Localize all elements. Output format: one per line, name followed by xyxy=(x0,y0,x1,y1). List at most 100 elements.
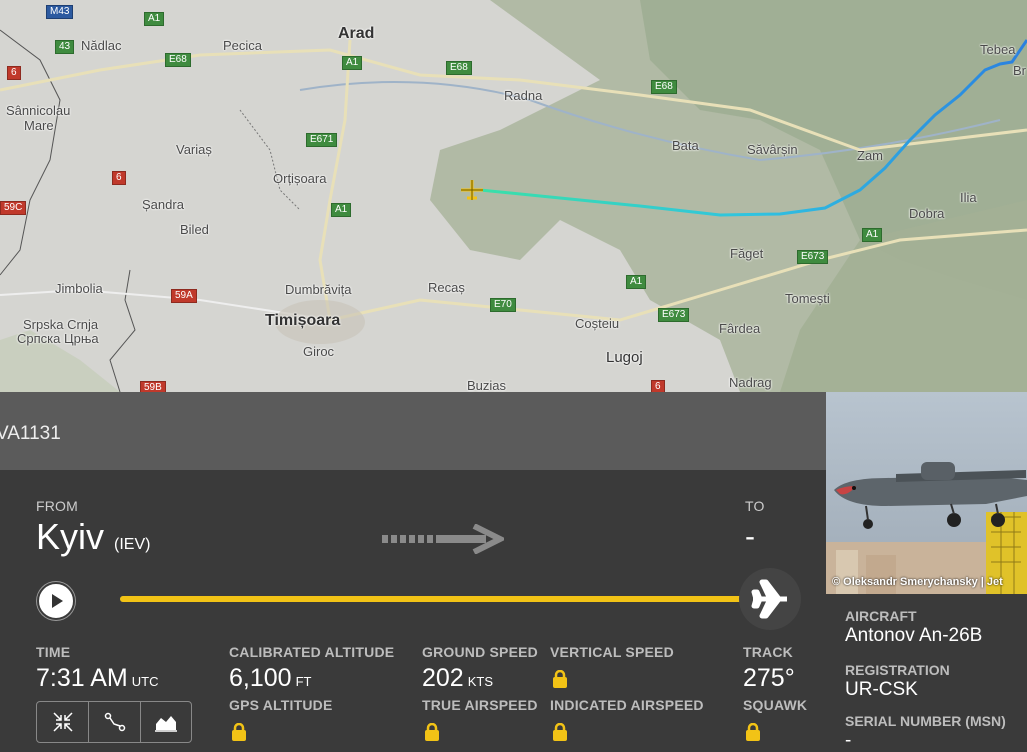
place-label: Ilia xyxy=(960,190,977,205)
chart-area-icon xyxy=(155,716,177,732)
road-shield: E68 xyxy=(446,61,472,75)
aircraft-position-marker xyxy=(739,568,801,630)
road-shield: A1 xyxy=(144,12,165,26)
center-view-button[interactable] xyxy=(36,701,89,743)
road-shield: E673 xyxy=(658,308,690,322)
road-shield: 59A xyxy=(171,289,197,303)
ground-speed-label: GROUND SPEED xyxy=(422,644,538,660)
place-label: Radna xyxy=(504,88,543,103)
destination-city[interactable]: - xyxy=(745,520,755,554)
callsign-bar: VA1131 xyxy=(0,392,826,470)
place-label: Variaș xyxy=(176,142,212,157)
place-label: Lugoj xyxy=(606,349,643,366)
airplane-icon xyxy=(751,579,787,619)
place-label: Zam xyxy=(857,148,883,163)
place-label: Biled xyxy=(180,222,209,237)
place-label: Arad xyxy=(338,25,375,42)
place-label: Mare xyxy=(24,118,54,133)
place-label: Coșteiu xyxy=(575,316,620,331)
flight-details-panel: FROM Kyiv (IEV) TO - TIME 7:31 AM UTC CAL… xyxy=(0,470,826,743)
track-label: TRACK xyxy=(743,644,793,660)
origin-airport[interactable]: Kyiv (IEV) xyxy=(36,516,150,558)
calibrated-altitude-value: 6,100 FT xyxy=(229,664,312,692)
calibrated-altitude-label: CALIBRATED ALTITUDE xyxy=(229,644,395,660)
road-shield: A1 xyxy=(626,275,647,289)
road-shield: 59C xyxy=(0,201,27,215)
road-shield: M43 xyxy=(46,5,74,19)
origin-code: (IEV) xyxy=(114,536,151,553)
time-label: TIME xyxy=(36,644,71,660)
collapse-arrows-icon xyxy=(52,712,73,732)
place-label: Orțișoara xyxy=(273,171,327,186)
road-shield: 6 xyxy=(112,171,126,185)
flight-map[interactable]: Nădlac Pecica Arad Sânnicolau Mare Varia… xyxy=(0,0,1027,392)
playback-button[interactable] xyxy=(37,582,75,620)
registration-label: REGISTRATION xyxy=(845,662,950,678)
flight-callsign: VA1131 xyxy=(0,423,61,444)
aircraft-photo[interactable]: © Oleksandr Smerychansky | Jet xyxy=(826,392,1027,594)
squawk-label: SQUAWK xyxy=(743,697,808,713)
road-shield: E673 xyxy=(797,250,829,264)
place-label: Srpska Crnja xyxy=(23,317,99,332)
aircraft-type-value: Antonov An-26B xyxy=(845,625,983,646)
time-value: 7:31 AM UTC xyxy=(36,664,159,692)
road-shield: 6 xyxy=(7,66,21,80)
route-icon xyxy=(104,712,125,732)
place-label: Tebea xyxy=(980,42,1016,57)
place-label: Buzias xyxy=(467,378,507,393)
place-label: Jimbolia xyxy=(55,281,103,296)
place-label: Bata xyxy=(672,138,699,153)
place-label: Săvârșin xyxy=(747,142,798,157)
lock-icon[interactable] xyxy=(552,723,568,741)
place-label: Sânnicolau xyxy=(6,103,71,118)
vertical-speed-label: VERTICAL SPEED xyxy=(550,644,674,660)
to-label: TO xyxy=(745,498,765,514)
registration-value[interactable]: UR-CSK xyxy=(845,679,918,701)
place-label: Tomești xyxy=(785,291,830,306)
from-label: FROM xyxy=(36,498,79,514)
place-label: Dumbrăvița xyxy=(285,282,352,297)
msn-value: - xyxy=(845,730,852,751)
lock-icon[interactable] xyxy=(231,723,247,741)
place-label: Nădlac xyxy=(81,38,122,53)
place-label: Pecica xyxy=(223,38,263,53)
map-terrain xyxy=(0,0,1027,392)
road-shield: E68 xyxy=(651,80,677,94)
place-label: Br xyxy=(1013,63,1026,78)
place-label: Recaș xyxy=(428,280,465,295)
graph-button[interactable] xyxy=(140,701,192,743)
flight-progress-fill xyxy=(120,596,770,602)
indicated-airspeed-label: INDICATED AIRSPEED xyxy=(550,697,704,713)
track-value: 275° xyxy=(743,664,795,692)
photo-credit[interactable]: © Oleksandr Smerychansky | Jet xyxy=(832,576,1003,588)
flight-progress-bar xyxy=(120,596,770,602)
road-shield: A1 xyxy=(331,203,352,217)
road-shield: E70 xyxy=(490,298,516,312)
lock-icon[interactable] xyxy=(424,723,440,741)
place-label: Nadrag xyxy=(729,375,772,390)
road-shield: 59B xyxy=(140,381,166,392)
place-label: Dobra xyxy=(909,206,945,221)
lock-icon[interactable] xyxy=(552,670,568,688)
road-shield: E671 xyxy=(306,133,338,147)
aircraft-info-panel: AIRCRAFT Antonov An-26B REGISTRATION UR-… xyxy=(826,594,1027,751)
route-button[interactable] xyxy=(88,701,141,743)
true-airspeed-label: TRUE AIRSPEED xyxy=(422,697,538,713)
route-arrow-icon xyxy=(382,524,504,554)
road-shield: E68 xyxy=(165,53,191,67)
gps-altitude-label: GPS ALTITUDE xyxy=(229,697,333,713)
place-label: Făget xyxy=(730,246,764,261)
aircraft-photo-image xyxy=(826,392,1027,594)
place-label: Timișoara xyxy=(265,312,341,329)
road-shield: 43 xyxy=(55,40,75,54)
place-label: Giroc xyxy=(303,344,335,359)
place-label: Șandra xyxy=(142,197,184,212)
lock-icon[interactable] xyxy=(745,723,761,741)
place-label: Fârdea xyxy=(719,321,761,336)
ground-speed-value: 202 KTS xyxy=(422,664,494,692)
msn-label: SERIAL NUMBER (MSN) xyxy=(845,713,1006,729)
road-shield: A1 xyxy=(862,228,883,242)
origin-city: Kyiv xyxy=(36,516,105,557)
road-shield: A1 xyxy=(342,56,363,70)
road-shield: 6 xyxy=(651,380,665,392)
